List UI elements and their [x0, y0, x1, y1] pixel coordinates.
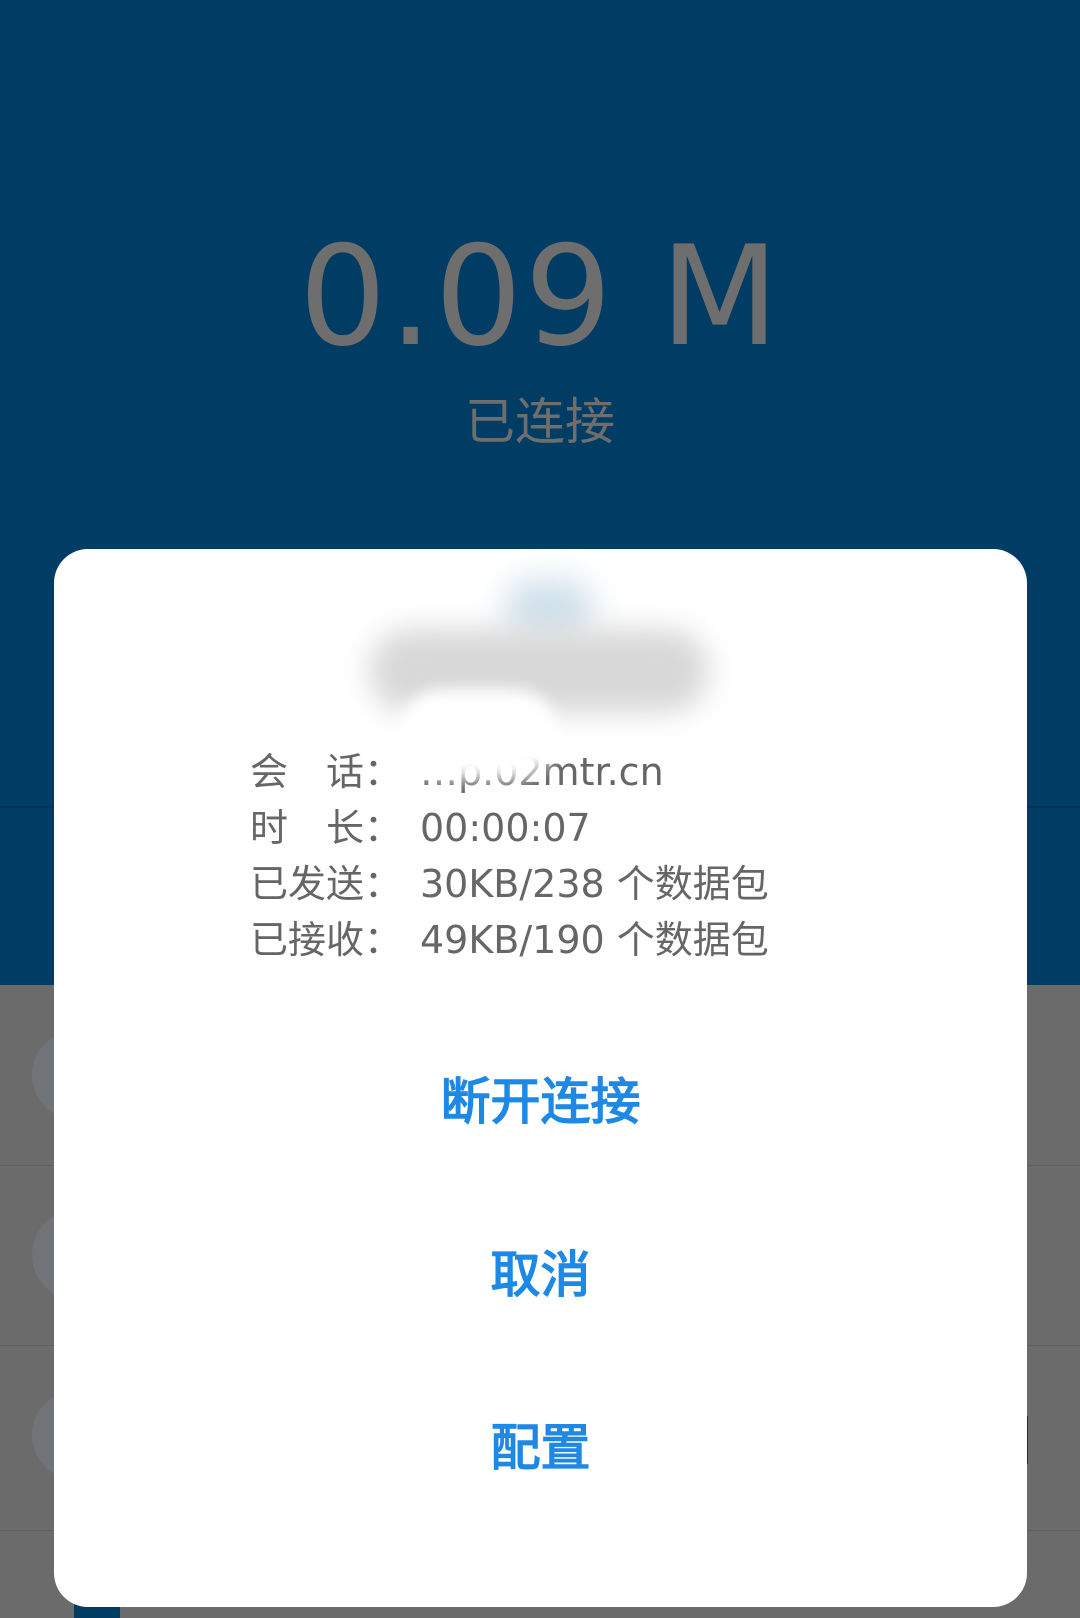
session-label: 会 话：: [250, 750, 403, 794]
duration-label: 时 长：: [250, 806, 403, 850]
sent-label: 已发送：: [250, 862, 403, 906]
duration-value: 00:00:07: [420, 806, 591, 850]
duration-row: 时 长： 00:00:07: [250, 800, 950, 856]
received-value: 49KB/190 个数据包: [420, 918, 769, 962]
connection-info: 会 话： …p.02mtr.cn 时 长： 00:00:07 已发送： 30KB/23…: [250, 744, 950, 968]
sent-row: 已发送： 30KB/238 个数据包: [250, 856, 950, 912]
connection-status: 已连接: [465, 393, 615, 451]
received-label: 已接收：: [250, 918, 403, 962]
traffic-counter: 0.09 M: [298, 216, 782, 377]
session-redaction: [398, 689, 558, 779]
disconnect-button[interactable]: 断开连接: [54, 1067, 1027, 1137]
received-row: 已接收： 49KB/190 个数据包: [250, 912, 950, 968]
connection-dialog: 会 话： …p.02mtr.cn 时 长： 00:00:07 已发送： 30KB/23…: [54, 549, 1027, 1607]
configure-button[interactable]: 配置: [54, 1413, 1027, 1483]
cancel-button[interactable]: 取消: [54, 1240, 1027, 1310]
session-row: 会 话： …p.02mtr.cn: [250, 744, 950, 800]
sent-value: 30KB/238 个数据包: [420, 862, 769, 906]
